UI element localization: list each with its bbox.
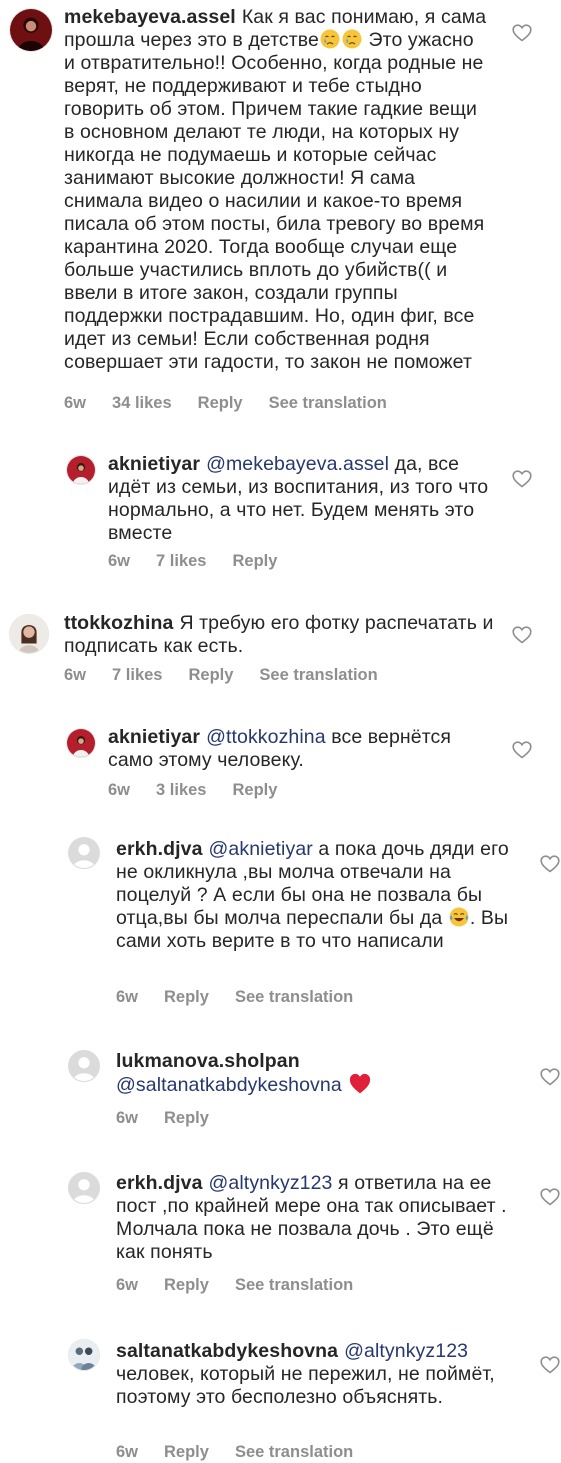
avatar-default-user-icon[interactable] — [68, 1050, 100, 1082]
comment-meta: 6w Reply See translation — [116, 1276, 379, 1295]
username[interactable]: saltanatkabdykeshovna — [116, 1340, 338, 1362]
see-translation-link[interactable]: See translation — [235, 1443, 353, 1461]
like-heart-icon[interactable] — [512, 626, 532, 644]
username[interactable]: erkh.djva — [116, 838, 203, 860]
timestamp: 6w — [116, 1443, 139, 1461]
username[interactable]: aknietiyar — [108, 453, 200, 475]
avatar-mekebayeva-assel[interactable] — [9, 8, 53, 52]
default-user-icon — [69, 1051, 99, 1081]
comment-meta: 6w 3 likes Reply — [108, 781, 303, 800]
avatar-aknietiyar[interactable] — [66, 728, 96, 758]
see-translation-link[interactable]: See translation — [269, 394, 387, 412]
mention-link[interactable]: @altynkyz123 — [209, 1172, 333, 1194]
username[interactable]: erkh.djva — [116, 1172, 203, 1194]
avatar-photo-icon — [67, 456, 95, 484]
reply-button[interactable]: Reply — [198, 394, 243, 412]
timestamp: 6w — [108, 552, 131, 570]
avatar-photo-icon — [10, 9, 52, 51]
avatar-photo-icon — [10, 615, 48, 653]
timestamp: 6w — [64, 666, 87, 684]
comment-meta: 6w 7 likes Reply See translation — [64, 666, 404, 685]
comment-text: ttokkozhina Я требую его фотку распечатат… — [64, 612, 504, 658]
likes-count[interactable]: 3 likes — [156, 781, 206, 799]
reply-button[interactable]: Reply — [188, 666, 233, 684]
see-translation-link[interactable]: See translation — [235, 988, 353, 1006]
comment-body: человек, который не пережил, не поймёт, … — [116, 1363, 495, 1408]
like-heart-icon[interactable] — [540, 1068, 560, 1086]
like-heart-icon[interactable] — [540, 1188, 560, 1206]
likes-count[interactable]: 7 likes — [156, 552, 206, 570]
avatar-default-user-icon[interactable] — [68, 1172, 100, 1204]
crying-face-emoji — [342, 29, 362, 49]
timestamp: 6w — [64, 394, 87, 412]
mention-link[interactable]: @saltanatkabdykeshovna — [116, 1074, 342, 1096]
avatar-saltanatkabdykeshovna[interactable] — [68, 1339, 100, 1371]
comment-meta: 6w Reply — [116, 1109, 235, 1128]
like-heart-icon[interactable] — [540, 855, 560, 873]
like-heart-icon[interactable] — [540, 1356, 560, 1374]
reply-button[interactable]: Reply — [164, 988, 209, 1006]
timestamp: 6w — [108, 781, 131, 799]
reply-button[interactable]: Reply — [164, 1276, 209, 1294]
comment-text: lukmanova.sholpan @saltanatkabdykeshovna — [116, 1050, 511, 1097]
avatar-default-user-icon[interactable] — [68, 837, 100, 869]
see-translation-link[interactable]: See translation — [259, 666, 377, 684]
avatar-aknietiyar[interactable] — [66, 455, 96, 485]
like-heart-icon[interactable] — [512, 741, 532, 759]
username[interactable]: ttokkozhina — [64, 612, 173, 634]
avatar-ttokkozhina[interactable] — [9, 614, 49, 654]
avatar-photo-icon — [67, 729, 95, 757]
reply-button[interactable]: Reply — [232, 781, 277, 799]
comment-meta: 6w Reply See translation — [116, 988, 379, 1007]
mention-link[interactable]: @altynkyz123 — [344, 1340, 468, 1362]
crying-face-emoji — [320, 29, 340, 49]
likes-count[interactable]: 7 likes — [112, 666, 162, 684]
comment-text: aknietiyar @ttokkozhina все вернётся само… — [108, 726, 498, 772]
comment-text: erkh.djva @aknietiyar а пока дочь дяди ег… — [116, 838, 511, 953]
avatar-photo-icon — [69, 1340, 99, 1370]
comment-meta: 6w Reply See translation — [116, 1443, 379, 1462]
reply-button[interactable]: Reply — [232, 552, 277, 570]
red-heart-emoji — [350, 1073, 371, 1094]
comment-meta: 6w 34 likes Reply See translation — [64, 394, 413, 413]
like-heart-icon[interactable] — [512, 470, 532, 488]
default-user-icon — [69, 838, 99, 868]
timestamp: 6w — [116, 1109, 139, 1127]
username[interactable]: aknietiyar — [108, 726, 200, 748]
comment-text: mekebayeva.assel Как я вас понимаю, я сам… — [64, 6, 489, 374]
username[interactable]: lukmanova.sholpan — [116, 1050, 300, 1072]
reply-button[interactable]: Reply — [164, 1109, 209, 1127]
default-user-icon — [69, 1173, 99, 1203]
username[interactable]: mekebayeva.assel — [64, 6, 236, 28]
timestamp: 6w — [116, 988, 139, 1006]
mention-link[interactable]: @aknietiyar — [209, 838, 313, 860]
mention-link[interactable]: @ttokkozhina — [206, 726, 326, 748]
reply-button[interactable]: Reply — [164, 1443, 209, 1461]
tears-of-joy-emoji — [449, 907, 469, 927]
see-translation-link[interactable]: See translation — [235, 1276, 353, 1294]
comment-text: erkh.djva @altynkyz123 я ответила на ее п… — [116, 1172, 511, 1264]
like-heart-icon[interactable] — [512, 24, 532, 42]
comment-text: saltanatkabdykeshovna @altynkyz123 челове… — [116, 1340, 511, 1409]
likes-count[interactable]: 34 likes — [112, 394, 172, 412]
mention-link[interactable]: @mekebayeva.assel — [206, 453, 389, 475]
comment-body-continued: Это ужасно и отвратительно!! Особенно, к… — [64, 29, 485, 373]
timestamp: 6w — [116, 1276, 139, 1294]
comment-text: aknietiyar @mekebayeva.assel да, все идёт… — [108, 453, 498, 545]
comment-meta: 6w 7 likes Reply — [108, 552, 303, 571]
